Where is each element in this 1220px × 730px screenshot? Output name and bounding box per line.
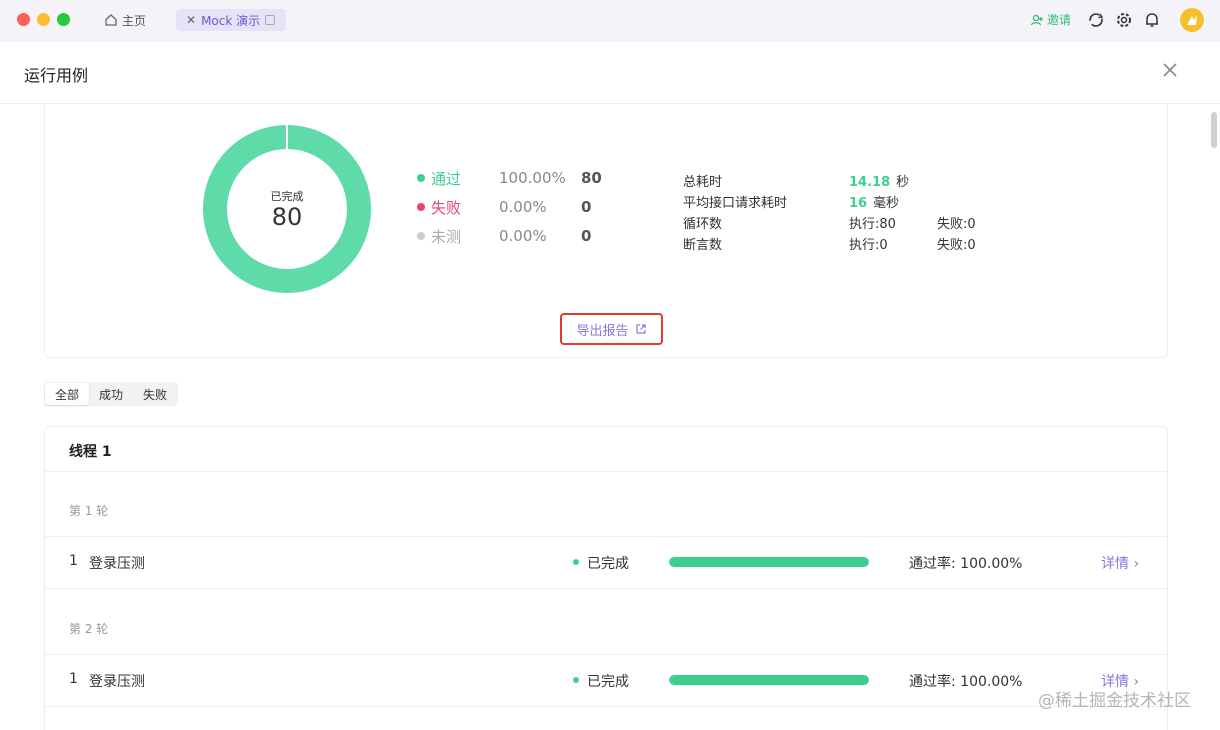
avg-time-value: 16 毫秒 — [849, 196, 900, 211]
legend-name: 未测 — [431, 227, 462, 246]
watermark: @稀土掘金技术社区 — [1038, 691, 1191, 711]
tab-home[interactable]: 主页 — [104, 9, 146, 31]
legend-untested: 未测 0.00% 0 — [417, 226, 591, 246]
assert-fail-value: 失败:0 — [937, 238, 976, 253]
legend-fail: 失败 0.00% 0 — [417, 197, 591, 217]
round-label: 第 1 轮 — [69, 504, 109, 518]
bell-icon[interactable] — [1143, 11, 1161, 29]
tab-home-label: 主页 — [122, 13, 147, 28]
home-icon — [105, 14, 117, 26]
close-icon[interactable] — [1160, 60, 1180, 80]
assert-exec-value: 执行:0 — [849, 238, 888, 253]
pass-rate: 通过率: 100.00% — [909, 556, 1023, 572]
row-index: 1 — [69, 553, 78, 569]
divider — [45, 471, 1167, 472]
pass-rate: 通过率: 100.00% — [909, 674, 1023, 690]
legend-count: 80 — [581, 169, 602, 187]
status-dot — [573, 559, 579, 565]
legend-pct: 100.00% — [499, 169, 566, 187]
avg-time-label: 平均接口请求耗时 — [683, 196, 788, 211]
loop-count-label: 循环数 — [683, 217, 723, 232]
result-filter-tabs: 全部 成功 失败 — [44, 382, 179, 406]
legend-count: 0 — [581, 198, 592, 216]
case-name: 登录压测 — [89, 556, 145, 572]
loop-fail-value: 失败:0 — [937, 217, 976, 232]
assert-count-label: 断言数 — [683, 238, 723, 253]
round-label: 第 2 轮 — [69, 622, 109, 636]
avatar[interactable] — [1180, 8, 1204, 32]
window-close-button[interactable] — [17, 13, 30, 26]
case-name: 登录压测 — [89, 674, 145, 690]
table-row: 1 登录压测 已完成 通过率: 100.00% 详情 › — [45, 536, 1167, 588]
invite-label: 邀请 — [1047, 13, 1072, 27]
tab-mock-label: Mock 演示 — [201, 13, 261, 28]
pass-dot — [417, 174, 425, 182]
sync-icon[interactable] — [1087, 11, 1105, 29]
thread-panel: 线程 1 第 1 轮 1 登录压测 已完成 通过率: 100.00% 详情 › … — [44, 426, 1168, 730]
scrollbar[interactable] — [1211, 112, 1217, 148]
thread-title: 线程 1 — [69, 444, 112, 460]
progress-fill — [669, 675, 869, 685]
add-user-icon — [1030, 14, 1043, 25]
legend-name: 失败 — [431, 198, 462, 217]
table-row: 1 登录压测 已完成 通过率: 100.00% 详情 › — [45, 654, 1167, 706]
legend-pass: 通过 100.00% 80 — [417, 168, 602, 188]
page-title: 运行用例 — [24, 66, 89, 85]
divider — [45, 588, 1167, 589]
progress-bar — [669, 557, 869, 567]
status-text: 已完成 — [587, 674, 629, 690]
row-index: 1 — [69, 671, 78, 687]
external-link-icon — [635, 324, 646, 334]
loop-exec-value: 执行:80 — [849, 217, 896, 232]
untested-dot — [417, 232, 425, 240]
legend-name: 通过 — [431, 169, 462, 188]
title-bar: 主页 ✕ Mock 演示 邀请 — [0, 0, 1220, 42]
filter-all[interactable]: 全部 — [45, 383, 90, 405]
invite-button[interactable]: 邀请 — [1030, 11, 1071, 28]
gear-icon[interactable] — [1115, 11, 1133, 29]
legend-count: 0 — [581, 227, 592, 245]
tab-mock-demo[interactable]: ✕ Mock 演示 — [176, 9, 286, 31]
status-dot — [573, 677, 579, 683]
detail-link[interactable]: 详情 › — [1101, 553, 1139, 573]
progress-bar — [669, 675, 869, 685]
copy-icon[interactable] — [265, 15, 276, 25]
progress-fill — [669, 557, 869, 567]
donut-center-label: 已完成 — [270, 190, 304, 203]
filter-success[interactable]: 成功 — [89, 383, 133, 405]
window-minimize-button[interactable] — [37, 13, 50, 26]
total-time-label: 总耗时 — [683, 175, 723, 190]
window-maximize-button[interactable] — [57, 13, 70, 26]
legend-pct: 0.00% — [499, 198, 547, 216]
donut-center-value: 80 — [271, 203, 303, 231]
avatar-logo-icon — [1187, 15, 1197, 25]
summary-card: 已完成 80 通过 100.00% 80 失败 0.00% 0 未测 0.00%… — [44, 104, 1168, 358]
page-header: 运行用例 — [0, 42, 1220, 104]
total-time-value: 14.18 秒 — [849, 175, 910, 190]
export-report-button[interactable]: 导出报告 — [560, 313, 663, 345]
export-report-label: 导出报告 — [576, 323, 629, 339]
fail-dot — [417, 203, 425, 211]
divider — [45, 706, 1167, 707]
legend-pct: 0.00% — [499, 227, 547, 245]
filter-fail[interactable]: 失败 — [133, 383, 177, 405]
close-icon[interactable]: ✕ — [186, 13, 196, 27]
status-text: 已完成 — [587, 556, 629, 572]
